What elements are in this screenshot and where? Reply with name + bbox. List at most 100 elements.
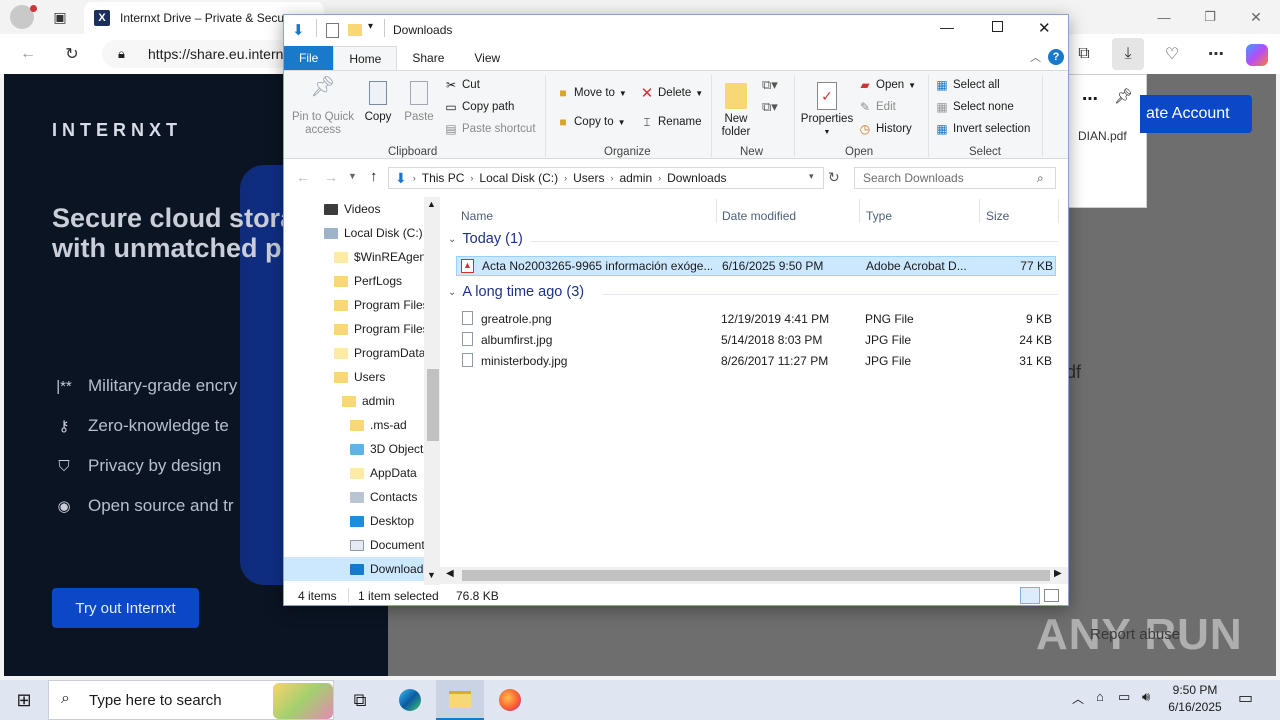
nav-item-desktop[interactable]: Desktop: [284, 509, 424, 533]
nav-item-downloads[interactable]: Download: [284, 557, 424, 581]
nav-item-documents[interactable]: Document: [284, 533, 424, 557]
forward-arrow-icon[interactable]: →: [324, 169, 338, 185]
nav-item-folder[interactable]: AppData: [284, 461, 424, 485]
properties-quick-icon[interactable]: [326, 23, 339, 38]
explorer-maximize-button[interactable]: [992, 21, 1003, 32]
breadcrumb-item[interactable]: Downloads: [667, 171, 726, 185]
split-screen-icon[interactable]: ⧉: [1068, 38, 1100, 70]
back-arrow-icon[interactable]: ←: [296, 169, 310, 185]
table-row[interactable]: greatrole.png 12/19/2019 4:41 PM PNG Fil…: [456, 309, 1056, 329]
try-internxt-button[interactable]: Try out Internxt: [52, 588, 199, 628]
network-icon[interactable]: ▭: [1118, 689, 1130, 705]
taskbar-search[interactable]: ⌕ Type here to search: [48, 680, 334, 720]
new-folder-button[interactable]: New folder: [716, 79, 756, 139]
quick-access-download-icon[interactable]: ⬇: [292, 21, 305, 39]
tab-home[interactable]: Home: [333, 46, 398, 70]
scrollbar-thumb[interactable]: [462, 570, 1050, 581]
task-view-button[interactable]: ⧉: [336, 680, 384, 720]
create-account-button[interactable]: ate Account: [1140, 95, 1252, 133]
paste-button[interactable]: Paste: [402, 81, 436, 124]
copilot-icon[interactable]: [1246, 44, 1268, 66]
downloads-icon[interactable]: ⤓: [1112, 38, 1144, 70]
search-input[interactable]: Search Downloads ⌕: [854, 167, 1056, 189]
scroll-right-icon[interactable]: ▶: [1054, 568, 1062, 579]
firefox-taskbar-button[interactable]: [486, 680, 534, 720]
nav-item-3d-objects[interactable]: 3D Objects: [284, 437, 424, 461]
scroll-left-icon[interactable]: ◀: [446, 568, 454, 579]
large-icons-view-button[interactable]: [1044, 589, 1059, 602]
tab-file[interactable]: File: [284, 46, 334, 70]
up-arrow-icon[interactable]: ↑: [370, 168, 378, 185]
copy-path-button[interactable]: ▭ Copy path: [444, 100, 514, 114]
details-view-button[interactable]: [1020, 587, 1040, 604]
browser-essentials-icon[interactable]: ♡: [1156, 38, 1188, 70]
new-folder-quick-icon[interactable]: [348, 24, 362, 36]
column-header-name[interactable]: Name: [461, 209, 493, 223]
table-row[interactable]: ministerbody.jpg 8/26/2017 11:27 PM JPG …: [456, 351, 1056, 371]
refresh-icon[interactable]: ↻: [56, 38, 88, 70]
nav-item-folder[interactable]: PerfLogs: [284, 269, 424, 293]
edge-taskbar-button[interactable]: [386, 680, 434, 720]
volume-icon[interactable]: 🔊︎: [1142, 689, 1150, 705]
system-clock[interactable]: 9:50 PM 6/16/2025: [1160, 682, 1230, 716]
breadcrumb[interactable]: ⬇ › This PC › Local Disk (C:) › Users › …: [388, 167, 824, 189]
nav-item-folder[interactable]: ProgramData: [284, 341, 424, 365]
nav-item-folder[interactable]: admin: [284, 389, 424, 413]
breadcrumb-item[interactable]: Users: [573, 171, 604, 185]
cut-button[interactable]: ✂ Cut: [444, 78, 480, 92]
new-item-icon[interactable]: ⧉▾: [762, 77, 778, 93]
restore-button[interactable]: ❐: [1194, 1, 1226, 33]
back-arrow-icon[interactable]: ←: [12, 38, 44, 70]
breadcrumb-item[interactable]: Local Disk (C:): [479, 171, 558, 185]
close-browser-button[interactable]: ✕: [1240, 1, 1272, 33]
nav-item-folder[interactable]: Users: [284, 365, 424, 389]
select-none-button[interactable]: ▦ Select none: [935, 100, 1013, 114]
notifications-icon[interactable]: ▭: [1238, 688, 1253, 708]
collapse-ribbon-icon[interactable]: ︿: [1030, 49, 1041, 65]
select-all-button[interactable]: ▦ Select all: [935, 78, 999, 92]
more-options-icon[interactable]: ⋯: [1200, 38, 1232, 70]
nav-item-videos[interactable]: Videos: [284, 197, 424, 221]
invert-selection-button[interactable]: ▦ Invert selection: [935, 122, 1030, 136]
pin-quick-access-button[interactable]: 📌︎ Pin to Quick access: [290, 77, 356, 137]
nav-item-folder[interactable]: .ms-ad: [284, 413, 424, 437]
tab-share[interactable]: Share: [397, 46, 459, 70]
more-options-icon[interactable]: ⋯: [1082, 89, 1098, 109]
workspaces-icon[interactable]: ▣: [44, 1, 76, 33]
easy-access-icon[interactable]: ⧉▾: [762, 99, 778, 115]
open-button[interactable]: ▰ Open ▼: [858, 78, 916, 92]
start-button[interactable]: ⊞: [0, 680, 48, 720]
nav-item-folder[interactable]: Program Files: [284, 317, 424, 341]
explorer-close-button[interactable]: ✕: [1038, 19, 1051, 37]
table-row[interactable]: albumfirst.jpg 5/14/2018 8:03 PM JPG Fil…: [456, 330, 1056, 350]
paste-shortcut-button[interactable]: ▤ Paste shortcut: [444, 122, 535, 136]
table-row[interactable]: ▲ Acta No2003265-9965 información exóge.…: [456, 256, 1056, 276]
tab-view[interactable]: View: [459, 46, 515, 70]
nav-item-folder[interactable]: Program Files: [284, 293, 424, 317]
breadcrumb-item[interactable]: This PC: [422, 171, 465, 185]
rename-button[interactable]: ⌶ Rename: [640, 115, 701, 129]
column-header-size[interactable]: Size: [986, 209, 1009, 223]
column-header-type[interactable]: Type: [866, 209, 892, 223]
properties-button[interactable]: ✓ Properties ▼: [798, 79, 856, 139]
scrollbar-thumb[interactable]: [427, 369, 439, 441]
delete-button[interactable]: ✕ Delete ▼: [640, 85, 703, 102]
nav-item-folder[interactable]: $WinREAgent: [284, 245, 424, 269]
nav-item-local-disk[interactable]: Local Disk (C:): [284, 221, 424, 245]
explorer-minimize-button[interactable]: —: [940, 19, 954, 35]
customize-quick-access-icon[interactable]: ▾: [368, 21, 373, 32]
edit-button[interactable]: ✎ Edit: [858, 100, 896, 114]
history-button[interactable]: ◷ History: [858, 122, 912, 136]
copy-to-button[interactable]: ■ Copy to ▼: [556, 115, 625, 129]
nav-item-contacts[interactable]: Contacts: [284, 485, 424, 509]
scroll-down-icon[interactable]: ▼: [427, 570, 436, 580]
address-bar[interactable]: 🔒︎ https://share.eu.intern: [102, 40, 292, 68]
refresh-icon[interactable]: ↻: [828, 169, 840, 186]
scroll-up-icon[interactable]: ▲: [427, 199, 436, 209]
group-header-today[interactable]: ⌄ Today (1): [448, 231, 523, 247]
device-icon[interactable]: ⌂: [1096, 689, 1104, 704]
group-header-long-ago[interactable]: ⌄ A long time ago (3): [448, 284, 584, 300]
explorer-taskbar-button[interactable]: [436, 680, 484, 720]
recent-locations-icon[interactable]: ▼: [348, 171, 357, 181]
report-abuse-link[interactable]: Report abuse: [1090, 626, 1180, 643]
